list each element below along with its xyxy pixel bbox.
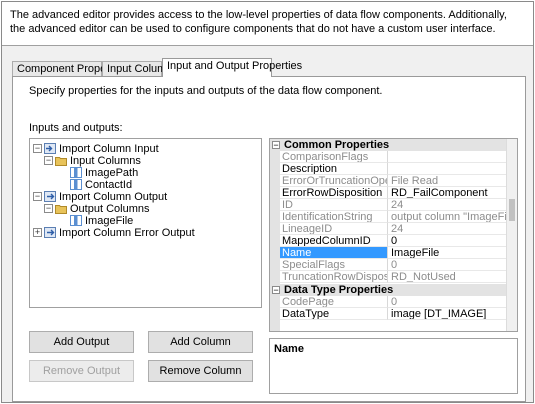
name-value-field[interactable]: ImageFile xyxy=(388,247,507,259)
inputs-outputs-label: Inputs and outputs: xyxy=(29,122,123,134)
remove-column-button[interactable]: Remove Column xyxy=(148,360,253,382)
property-grid-scrollbar[interactable] xyxy=(506,139,517,331)
property-row[interactable]: SpecialFlags 0 xyxy=(270,259,517,271)
expand-icon[interactable]: + xyxy=(33,228,42,237)
column-icon xyxy=(70,179,82,190)
add-output-button[interactable]: Add Output xyxy=(29,331,134,353)
intro-text: Specify properties for the inputs and ou… xyxy=(29,85,383,97)
property-row[interactable]: ID 24 xyxy=(270,199,517,211)
collapse-icon[interactable]: − xyxy=(272,141,280,150)
tab-page: Specify properties for the inputs and ou… xyxy=(12,76,526,402)
collapse-icon[interactable]: − xyxy=(33,192,42,201)
description-title: Name xyxy=(274,343,304,355)
property-row[interactable]: ComparisonFlags xyxy=(270,151,517,163)
property-row[interactable]: TruncationRowDisposition RD_NotUsed xyxy=(270,271,517,283)
category-data-type-properties[interactable]: − Data Type Properties xyxy=(270,284,517,296)
collapse-icon[interactable]: − xyxy=(44,156,53,165)
property-row[interactable]: Description xyxy=(270,163,517,175)
property-row[interactable]: ErrorOrTruncationOperation File Read xyxy=(270,175,517,187)
column-icon xyxy=(70,215,82,226)
header-text: The advanced editor provides access to t… xyxy=(10,9,507,35)
tab-component-properties[interactable]: Component Properties xyxy=(12,61,127,77)
output-icon xyxy=(44,227,56,238)
tab-input-output-properties[interactable]: Input and Output Properties xyxy=(162,58,302,77)
header-banner: The advanced editor provides access to t… xyxy=(2,2,533,46)
tab-input-columns[interactable]: Input Columns xyxy=(102,61,178,77)
folder-icon xyxy=(55,155,67,166)
collapse-icon[interactable]: − xyxy=(33,144,42,153)
property-row[interactable]: LineageID 24 xyxy=(270,223,517,235)
property-row[interactable]: IdentificationString output column "Imag… xyxy=(270,211,517,223)
input-icon xyxy=(44,143,56,154)
folder-icon xyxy=(55,203,67,214)
property-row[interactable]: DataType image [DT_IMAGE] xyxy=(270,308,517,320)
output-icon xyxy=(44,191,56,202)
collapse-icon[interactable]: − xyxy=(272,286,280,295)
property-row[interactable]: CodePage 0 xyxy=(270,296,517,308)
property-row[interactable]: ErrorRowDisposition RD_FailComponent xyxy=(270,187,517,199)
property-description-pane: Name xyxy=(269,338,518,394)
inputs-outputs-tree[interactable]: − Import Column Input − Input Columns Im… xyxy=(29,138,262,308)
category-common-properties[interactable]: − Common Properties xyxy=(270,139,517,151)
add-column-button[interactable]: Add Column xyxy=(148,331,253,353)
property-row-selected[interactable]: Name ImageFile xyxy=(270,247,517,259)
remove-output-button[interactable]: Remove Output xyxy=(29,360,134,382)
scrollbar-thumb[interactable] xyxy=(509,199,515,221)
collapse-icon[interactable]: − xyxy=(44,204,53,213)
column-icon xyxy=(70,167,82,178)
advanced-editor-window: The advanced editor provides access to t… xyxy=(1,1,534,403)
property-row[interactable]: MappedColumnID 0 xyxy=(270,235,517,247)
property-grid[interactable]: − Common Properties ComparisonFlags Desc… xyxy=(269,138,518,332)
